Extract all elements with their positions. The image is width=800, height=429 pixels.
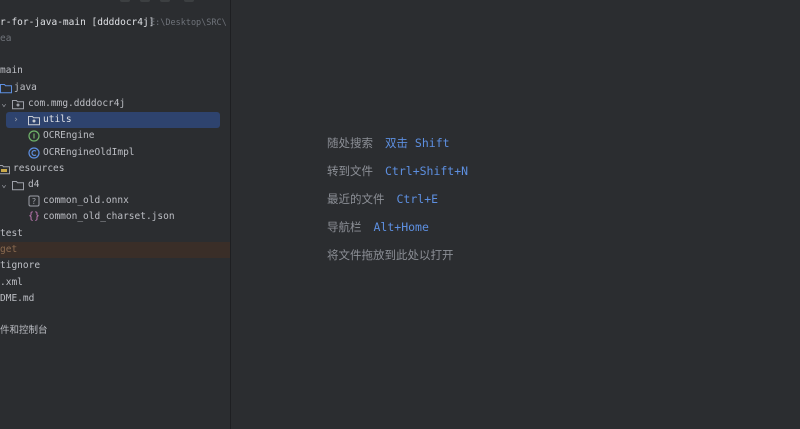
toolbar-strip bbox=[0, 0, 230, 4]
utils-label: utils bbox=[43, 114, 72, 125]
project-root-row[interactable]: r-for-java-main [ddddocr4j] E:\Desktop\S… bbox=[0, 15, 230, 31]
tree-row-onnx[interactable]: ? common_old.onnx bbox=[0, 193, 230, 209]
java-folder-label: java bbox=[14, 82, 37, 93]
hint-shortcut: 双击 Shift bbox=[385, 136, 450, 150]
chevron-down-icon[interactable]: ⌄ bbox=[0, 177, 9, 193]
hint-navigation-bar: 导航栏 Alt+Home bbox=[327, 218, 429, 236]
tree-row-resources[interactable]: resources bbox=[0, 161, 230, 177]
pom-label: .xml bbox=[0, 277, 23, 288]
hint-label: 最近的文件 bbox=[327, 192, 385, 206]
ocr-engine-old-label: OCREngineOldImpl bbox=[43, 147, 135, 158]
hint-shortcut: Ctrl+E bbox=[396, 192, 439, 206]
tree-row-main[interactable]: main bbox=[0, 63, 230, 79]
hint-go-to-file: 转到文件 Ctrl+Shift+N bbox=[327, 162, 468, 180]
tree-row-idea[interactable]: ea bbox=[0, 31, 230, 47]
toolbar-button[interactable] bbox=[160, 0, 170, 2]
toolbar-button[interactable] bbox=[184, 0, 194, 2]
toolbar-button[interactable] bbox=[120, 0, 130, 2]
tree-row-ocr-engine[interactable]: OCREngine bbox=[0, 128, 230, 144]
hint-label: 随处搜索 bbox=[327, 136, 373, 150]
folder-icon bbox=[0, 84, 12, 94]
tree-row-target[interactable]: get bbox=[0, 242, 230, 258]
charset-json-label: common_old_charset.json bbox=[43, 211, 175, 222]
resources-folder-icon bbox=[0, 165, 10, 175]
folder-icon bbox=[12, 181, 24, 191]
project-tool-window: r-for-java-main [ddddocr4j] E:\Desktop\S… bbox=[0, 0, 231, 429]
hint-label: 将文件拖放到此处以打开 bbox=[327, 248, 454, 262]
onnx-file-label: common_old.onnx bbox=[43, 195, 129, 206]
tree-row-java[interactable]: java bbox=[0, 80, 230, 96]
main-folder-label: main bbox=[0, 65, 23, 76]
editor-empty-state: 随处搜索 双击 Shift 转到文件 Ctrl+Shift+N 最近的文件 Ctrl+… bbox=[231, 0, 800, 429]
tree-row-utils[interactable]: › utils bbox=[6, 112, 220, 128]
hint-label: 导航栏 bbox=[327, 220, 362, 234]
package-icon bbox=[28, 116, 40, 126]
hint-search-everywhere: 随处搜索 双击 Shift bbox=[327, 134, 450, 152]
idea-folder-label: ea bbox=[0, 33, 12, 44]
project-path: E:\Desktop\SRC\ bbox=[150, 18, 227, 28]
tree-row-charset-json[interactable]: {} common_old_charset.json bbox=[0, 209, 230, 225]
project-title: r-for-java-main [ddddocr4j] bbox=[0, 17, 155, 28]
chevron-right-icon[interactable]: › bbox=[11, 112, 21, 128]
package-label: com.mmg.ddddocr4j bbox=[28, 98, 126, 109]
test-folder-label: test bbox=[0, 228, 23, 239]
svg-text:?: ? bbox=[32, 197, 36, 206]
gitignore-label: tignore bbox=[0, 260, 41, 271]
tree-row-pom[interactable]: .xml bbox=[0, 275, 230, 291]
scratches-label: 件和控制台 bbox=[0, 325, 48, 336]
tree-row-d4[interactable]: ⌄ d4 bbox=[0, 177, 230, 193]
tree-row-readme[interactable]: DME.md bbox=[0, 291, 230, 307]
package-icon bbox=[12, 100, 24, 110]
tree-row-gitignore[interactable]: tignore bbox=[0, 258, 230, 274]
hint-drop-files: 将文件拖放到此处以打开 bbox=[327, 246, 454, 264]
target-folder-label: get bbox=[0, 244, 18, 255]
hint-label: 转到文件 bbox=[327, 164, 373, 178]
resources-label: resources bbox=[13, 163, 65, 174]
tree-row-ocr-engine-old[interactable]: OCREngineOldImpl bbox=[0, 145, 230, 161]
hint-recent-files: 最近的文件 Ctrl+E bbox=[327, 190, 438, 208]
hint-shortcut: Ctrl+Shift+N bbox=[385, 164, 469, 178]
tree-row-package[interactable]: ⌄ com.mmg.ddddocr4j bbox=[0, 96, 230, 112]
class-icon bbox=[28, 147, 40, 159]
d4-folder-label: d4 bbox=[28, 179, 40, 190]
json-file-icon: {} bbox=[28, 211, 41, 222]
tree-row-test[interactable]: test bbox=[0, 226, 230, 242]
readme-label: DME.md bbox=[0, 293, 35, 304]
hint-shortcut: Alt+Home bbox=[373, 220, 429, 234]
chevron-down-icon[interactable]: ⌄ bbox=[0, 96, 9, 112]
interface-icon bbox=[28, 130, 40, 142]
toolbar-button[interactable] bbox=[140, 0, 150, 2]
unknown-file-icon: ? bbox=[28, 195, 40, 207]
ocr-engine-label: OCREngine bbox=[43, 130, 95, 141]
tree-row-scratches[interactable]: 件和控制台 bbox=[0, 323, 230, 339]
